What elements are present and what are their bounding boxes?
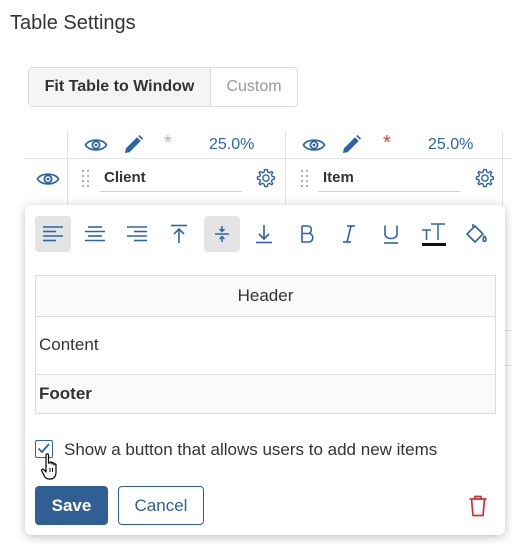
align-center-icon bbox=[85, 226, 105, 242]
align-bottom-icon bbox=[256, 225, 272, 244]
save-button[interactable]: Save bbox=[35, 486, 108, 525]
required-asterisk-icon[interactable]: * bbox=[383, 133, 391, 153]
align-bottom-button[interactable] bbox=[246, 216, 282, 252]
column-settings-gear-icon[interactable] bbox=[474, 168, 495, 189]
align-middle-button[interactable] bbox=[204, 216, 240, 252]
grid-divider bbox=[25, 158, 512, 159]
drag-handle-icon[interactable] bbox=[82, 170, 90, 187]
grid-divider bbox=[505, 365, 512, 366]
drag-handle-icon[interactable] bbox=[301, 170, 309, 187]
text-color-button[interactable] bbox=[416, 216, 452, 252]
grid-divider bbox=[502, 131, 503, 206]
align-top-button[interactable] bbox=[161, 216, 197, 252]
add-items-label[interactable]: Show a button that allows users to add n… bbox=[64, 440, 437, 460]
column-settings-gear-icon[interactable] bbox=[255, 168, 276, 189]
align-left-button[interactable] bbox=[35, 216, 71, 252]
underline-icon bbox=[384, 225, 398, 244]
align-right-icon bbox=[127, 226, 147, 242]
bold-button[interactable] bbox=[289, 216, 325, 252]
text-color-icon bbox=[422, 223, 446, 246]
fill-color-button[interactable] bbox=[458, 216, 494, 252]
column-width-percent[interactable]: 25.0% bbox=[428, 136, 473, 154]
align-center-button[interactable] bbox=[77, 216, 113, 252]
grid-divider bbox=[505, 330, 512, 331]
page-title: Table Settings bbox=[10, 12, 136, 34]
italic-icon bbox=[343, 225, 355, 243]
row-visibility-eye-icon[interactable] bbox=[36, 170, 60, 188]
preview-footer-row[interactable]: Footer bbox=[36, 375, 495, 413]
align-left-icon bbox=[43, 226, 63, 242]
edit-pencil-icon[interactable] bbox=[340, 134, 362, 156]
column-visibility-eye-icon[interactable] bbox=[302, 136, 326, 154]
cancel-button[interactable]: Cancel bbox=[118, 486, 204, 525]
column-name-underline bbox=[318, 191, 460, 192]
preview-header-row[interactable]: Header bbox=[36, 276, 495, 317]
column-name-item[interactable]: Item bbox=[323, 169, 354, 186]
delete-trash-icon[interactable] bbox=[468, 495, 488, 517]
fit-mode-switch: Fit Table to Window Custom bbox=[28, 67, 298, 107]
column-visibility-eye-icon[interactable] bbox=[84, 136, 108, 154]
underline-button[interactable] bbox=[373, 216, 409, 252]
align-middle-icon bbox=[215, 226, 229, 242]
hand-pointer-cursor-icon bbox=[41, 453, 57, 480]
grid-divider bbox=[67, 131, 68, 206]
column-name-underline bbox=[100, 191, 242, 192]
optional-asterisk-icon[interactable]: * bbox=[164, 133, 172, 153]
fill-color-icon bbox=[466, 224, 487, 243]
italic-button[interactable] bbox=[331, 216, 367, 252]
style-preview-table: Header Content Footer bbox=[35, 275, 496, 414]
custom-width-button[interactable]: Custom bbox=[211, 68, 297, 106]
preview-content-row[interactable]: Content bbox=[36, 316, 495, 375]
grid-divider bbox=[285, 131, 286, 206]
align-right-button[interactable] bbox=[119, 216, 155, 252]
column-width-percent[interactable]: 25.0% bbox=[209, 136, 254, 154]
table-settings-popup: Header Content Footer Show a button that… bbox=[25, 205, 505, 535]
column-name-client[interactable]: Client bbox=[104, 169, 146, 186]
fit-to-window-button[interactable]: Fit Table to Window bbox=[29, 68, 211, 106]
edit-pencil-icon[interactable] bbox=[122, 134, 144, 156]
bold-icon bbox=[301, 225, 314, 243]
align-top-icon bbox=[171, 224, 187, 243]
